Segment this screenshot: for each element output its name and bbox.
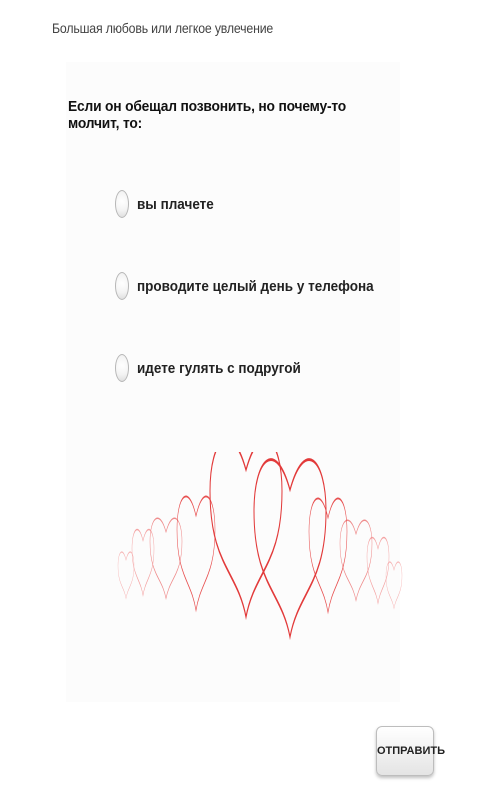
- heart-large-right: [252, 458, 328, 639]
- radio-button[interactable]: [115, 354, 129, 382]
- heart-small-right-2: [366, 536, 390, 605]
- heart-small-left-3: [117, 551, 135, 600]
- heart-small-left-2: [131, 528, 155, 597]
- option-3[interactable]: идете гулять с подругой: [115, 350, 400, 386]
- option-2[interactable]: проводите целый день у телефона: [115, 268, 400, 304]
- hearts-illustration: [117, 452, 403, 639]
- answer-options: вы плачете проводите целый день у телефо…: [115, 186, 400, 432]
- question-text: Если он обещал позвонить, но почему-то м…: [68, 98, 347, 132]
- heart-mid-left: [176, 495, 216, 612]
- heart-large-left: [208, 452, 284, 619]
- option-label: идете гулять с подругой: [137, 359, 301, 377]
- submit-button[interactable]: ОТПРАВИТЬ: [376, 726, 445, 776]
- heart-mid-right: [308, 497, 348, 614]
- app-title: Большая любовь или легкое увлечение: [52, 20, 274, 36]
- option-label: вы плачете: [137, 195, 214, 213]
- radio-button[interactable]: [115, 190, 129, 218]
- option-label: проводите целый день у телефона: [137, 277, 374, 295]
- app-window: Большая любовь или легкое увлечение Если…: [0, 0, 480, 800]
- option-1[interactable]: вы плачете: [115, 186, 400, 222]
- radio-button[interactable]: [115, 272, 129, 300]
